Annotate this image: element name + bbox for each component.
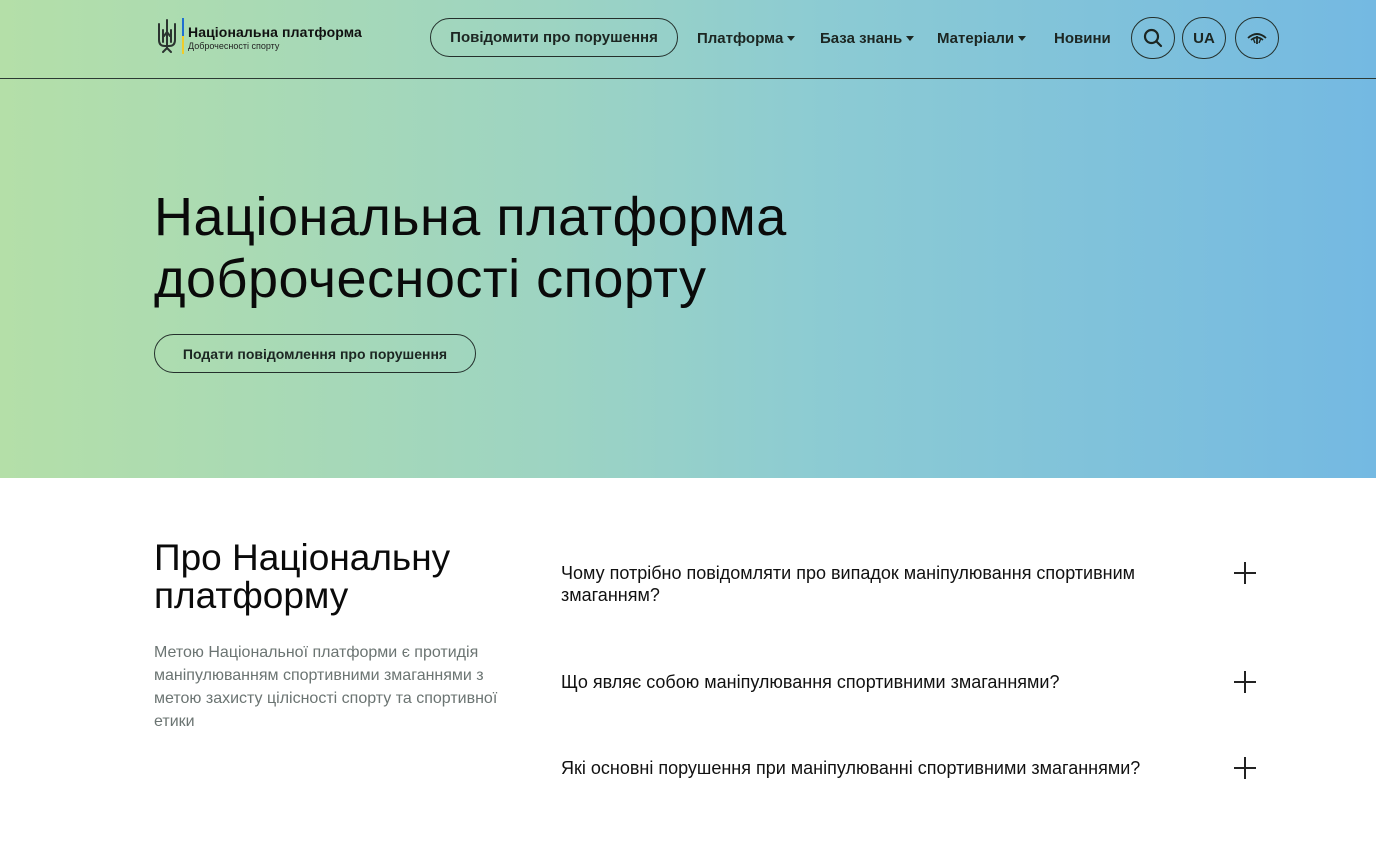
caret-down-icon — [1018, 36, 1027, 41]
language-switcher[interactable]: UA — [1182, 17, 1226, 59]
submit-report-button[interactable]: Подати повідомлення про порушення — [154, 334, 476, 373]
site-logo[interactable]: Національна платформа Доброчесності спор… — [156, 18, 362, 54]
nav-item-label: Матеріали — [937, 30, 1015, 47]
faq-question: Чому потрібно повідомляти про випадок ма… — [561, 563, 1136, 605]
top-navigation-bar: Національна платформа Доброчесності спор… — [0, 0, 1376, 79]
caret-down-icon — [906, 36, 915, 41]
hero-title: Національна платформа доброчесності спор… — [154, 186, 787, 310]
nav-item-label: База знань — [820, 30, 903, 47]
report-violation-button[interactable]: Повідомити про порушення — [430, 18, 678, 57]
faq-item[interactable]: Які основні порушення при маніпулюванні … — [561, 757, 1261, 779]
about-title: Про Національну платформу — [154, 539, 524, 615]
nav-item-label: Новини — [1054, 30, 1111, 47]
accessibility-button[interactable] — [1235, 17, 1279, 59]
faq-item[interactable]: Чому потрібно повідомляти про випадок ма… — [561, 562, 1261, 606]
logo-subtitle: Доброчесності спорту — [188, 41, 280, 51]
nav-item-knowledge-base[interactable]: База знань — [820, 30, 915, 47]
search-icon — [1143, 28, 1163, 48]
hero-title-line: Національна платформа — [154, 187, 787, 247]
plus-icon[interactable] — [1234, 757, 1256, 779]
trident-icon — [158, 19, 176, 53]
eye-accessibility-icon — [1247, 33, 1267, 44]
caret-down-icon — [787, 36, 796, 41]
logo-title: Національна платформа — [188, 24, 362, 40]
plus-icon[interactable] — [1234, 562, 1256, 584]
nav-item-label: Платформа — [697, 30, 784, 47]
nav-item-platform[interactable]: Платформа — [697, 30, 796, 47]
faq-item[interactable]: Що являє собою маніпулювання спортивними… — [561, 671, 1261, 693]
faq-question: Що являє собою маніпулювання спортивними… — [561, 672, 1060, 692]
hero-section: Національна платформа Доброчесності спор… — [0, 0, 1376, 478]
faq-question: Які основні порушення при маніпулюванні … — [561, 758, 1141, 778]
about-title-line: Про Національну — [154, 537, 451, 578]
logo-flag-bar — [182, 18, 184, 54]
search-button[interactable] — [1131, 17, 1175, 59]
nav-item-news[interactable]: Новини — [1054, 30, 1111, 47]
about-title-line: платформу — [154, 575, 349, 616]
hero-title-line: доброчесності спорту — [154, 249, 707, 309]
nav-item-materials[interactable]: Матеріали — [937, 30, 1027, 47]
plus-icon[interactable] — [1234, 671, 1256, 693]
about-description: Метою Національної платформи є протидія … — [154, 644, 498, 730]
